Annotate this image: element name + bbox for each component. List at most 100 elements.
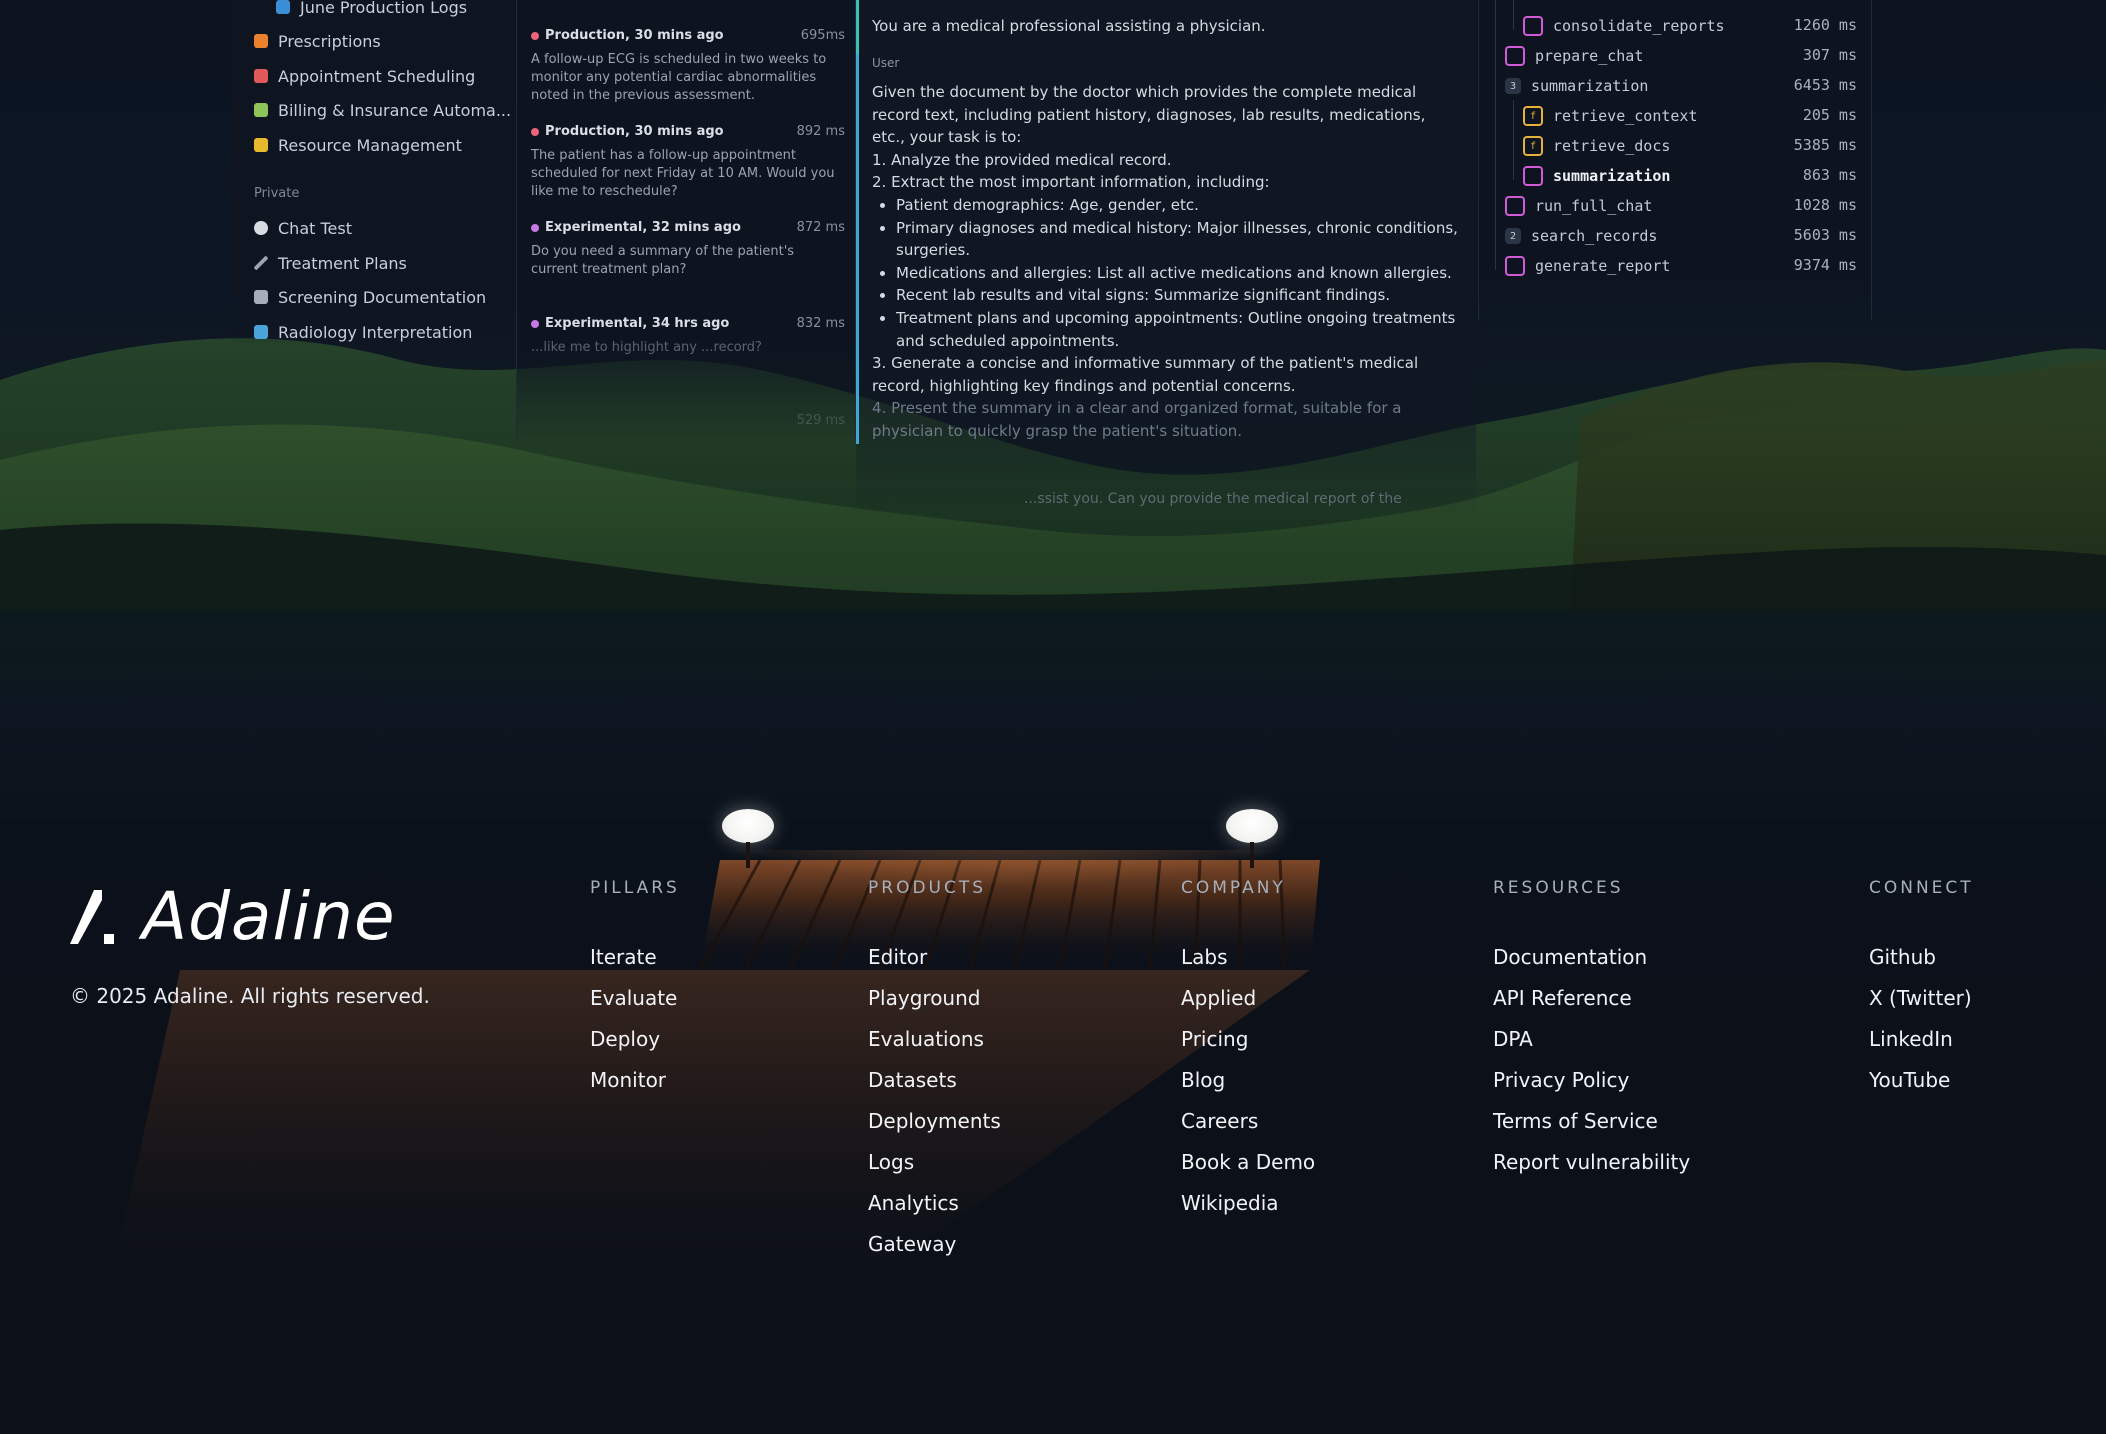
footer-link-youtube[interactable]: YouTube xyxy=(1869,1068,1950,1092)
sidebar-item-treatment-plans[interactable]: Treatment Plans xyxy=(254,251,407,275)
footer-link-report-vulnerability[interactable]: Report vulnerability xyxy=(1493,1150,1690,1174)
footer-link-datasets[interactable]: Datasets xyxy=(868,1068,957,1092)
trace-node-summarization-selected[interactable]: summarization xyxy=(1523,164,1670,188)
column-title: PRODUCTS xyxy=(868,878,987,898)
trace-node-retrieve-docs[interactable]: f retrieve_docs xyxy=(1523,134,1670,158)
user-message[interactable]: Given the document by the doctor which p… xyxy=(872,81,1462,443)
trace-node-retrieve-context[interactable]: f retrieve_context xyxy=(1523,104,1698,128)
trace-node-summarization[interactable]: 3 summarization xyxy=(1505,74,1648,98)
system-message[interactable]: You are a medical professional assisting… xyxy=(872,15,1462,38)
count-badge: 3 xyxy=(1505,78,1521,94)
footer-link-book-a-demo[interactable]: Book a Demo xyxy=(1181,1150,1315,1174)
trace-node-consolidate-reports[interactable]: consolidate_reports xyxy=(1523,14,1725,38)
footer-link-editor[interactable]: Editor xyxy=(868,945,927,969)
sidebar-item-screening-documentation[interactable]: Screening Documentation xyxy=(254,285,486,309)
product-screenshot: June Production Logs Prescriptions Appoi… xyxy=(0,0,2106,520)
user-message-bar xyxy=(856,54,859,444)
log-entry[interactable]: Experimental, 32 mins ago 872 ms Do you … xyxy=(531,220,845,279)
footer-link-documentation[interactable]: Documentation xyxy=(1493,945,1647,969)
footer-link-playground[interactable]: Playground xyxy=(868,986,980,1010)
footer-link-api-reference[interactable]: API Reference xyxy=(1493,986,1632,1010)
footer-link-evaluations[interactable]: Evaluations xyxy=(868,1027,984,1051)
status-dot xyxy=(531,127,539,136)
trace-node-generate-report[interactable]: generate_report xyxy=(1505,254,1670,278)
sidebar-item-prescriptions[interactable]: Prescriptions xyxy=(254,29,381,53)
tree-connector xyxy=(1513,100,1514,180)
footer-link-privacy-policy[interactable]: Privacy Policy xyxy=(1493,1068,1629,1092)
column-title: RESOURCES xyxy=(1493,878,1624,898)
chat-icon xyxy=(1523,166,1543,186)
logs-list: Production, 30 mins ago 695ms A follow-u… xyxy=(516,0,856,440)
sidebar-item-resource-management[interactable]: Resource Management xyxy=(254,133,462,157)
footer-link-blog[interactable]: Blog xyxy=(1181,1068,1225,1092)
pill-icon xyxy=(254,34,268,48)
prompt-editor: You are a medical professional assisting… xyxy=(856,0,1476,520)
footer-link-terms-of-service[interactable]: Terms of Service xyxy=(1493,1109,1658,1133)
sidebar-item-radiology-interpretation[interactable]: Radiology Interpretation xyxy=(254,320,472,344)
status-dot xyxy=(531,31,539,40)
footer-link-gateway[interactable]: Gateway xyxy=(868,1232,956,1256)
chat-icon xyxy=(1523,16,1543,36)
column-title: CONNECT xyxy=(1869,878,1974,898)
abacus-icon xyxy=(254,325,268,339)
log-entry[interactable]: Experimental, 34 hrs ago 832 ms ...like … xyxy=(531,316,845,357)
sidebar-item-appointment-scheduling[interactable]: Appointment Scheduling xyxy=(254,64,475,88)
footer-link-careers[interactable]: Careers xyxy=(1181,1109,1258,1133)
trace-tree: consolidate_reports 1260 ms prepare_chat… xyxy=(1478,0,1872,320)
footer-link-analytics[interactable]: Analytics xyxy=(868,1191,959,1215)
footer-link-iterate[interactable]: Iterate xyxy=(590,945,657,969)
footer-link-wikipedia[interactable]: Wikipedia xyxy=(1181,1191,1279,1215)
footer-link-dpa[interactable]: DPA xyxy=(1493,1027,1533,1051)
adaline-logo-icon xyxy=(70,889,114,944)
footer-link-linkedin[interactable]: LinkedIn xyxy=(1869,1027,1953,1051)
chat-icon xyxy=(1505,256,1525,276)
chat-icon xyxy=(1505,46,1525,66)
chat-bubble-icon xyxy=(254,221,268,235)
log-entry[interactable]: Production, 30 mins ago 892 ms The patie… xyxy=(531,124,845,201)
extraction-list: Patient demographics: Age, gender, etc. … xyxy=(872,194,1462,352)
chat-icon xyxy=(1505,196,1525,216)
site-footer: Adaline © 2025 Adaline. All rights reser… xyxy=(0,860,2106,1280)
footer-link-deploy[interactable]: Deploy xyxy=(590,1027,660,1051)
status-dot xyxy=(531,319,539,328)
count-badge: 2 xyxy=(1505,228,1521,244)
bell-icon xyxy=(254,138,268,152)
footer-link-applied[interactable]: Applied xyxy=(1181,986,1256,1010)
trace-node-search-records[interactable]: 2 search_records xyxy=(1505,224,1657,248)
trace-node-run-full-chat[interactable]: run_full_chat xyxy=(1505,194,1652,218)
trace-node-prepare-chat[interactable]: prepare_chat xyxy=(1505,44,1643,68)
copyright-text: © 2025 Adaline. All rights reserved. xyxy=(70,984,430,1008)
lamp-right xyxy=(1226,809,1278,843)
sidebar-item-billing-insurance[interactable]: Billing & Insurance Automa... xyxy=(254,98,511,122)
function-icon: f xyxy=(1523,136,1543,156)
footer-link-deployments[interactable]: Deployments xyxy=(868,1109,1001,1133)
log-entry[interactable]: 529 ms xyxy=(531,413,845,428)
user-role-label: User xyxy=(872,56,900,70)
assistant-message: ...ssist you. Can you provide the medica… xyxy=(1024,491,1402,507)
sidebar-section-private: Private xyxy=(254,186,300,201)
footer-link-monitor[interactable]: Monitor xyxy=(590,1068,666,1092)
footer-link-github[interactable]: Github xyxy=(1869,945,1936,969)
brand-wordmark: Adaline xyxy=(142,878,396,955)
brand-logo[interactable]: Adaline xyxy=(70,878,396,955)
status-dot xyxy=(531,223,539,232)
calendar-icon xyxy=(254,69,268,83)
sidebar-item-chat-test[interactable]: Chat Test xyxy=(254,216,352,240)
database-icon xyxy=(276,0,290,14)
function-icon: f xyxy=(1523,106,1543,126)
footer-link-x-twitter[interactable]: X (Twitter) xyxy=(1869,986,1972,1010)
footer-link-labs[interactable]: Labs xyxy=(1181,945,1228,969)
log-entry[interactable]: Production, 30 mins ago 695ms A follow-u… xyxy=(531,28,845,105)
pen-icon xyxy=(254,256,268,270)
robot-icon xyxy=(254,290,268,304)
column-title: COMPANY xyxy=(1181,878,1286,898)
puzzle-icon xyxy=(254,103,268,117)
sidebar-item-june-production-logs[interactable]: June Production Logs xyxy=(276,0,467,19)
sidebar: June Production Logs Prescriptions Appoi… xyxy=(232,0,514,345)
tree-connector xyxy=(1513,0,1514,30)
column-title: PILLARS xyxy=(590,878,680,898)
footer-link-pricing[interactable]: Pricing xyxy=(1181,1027,1248,1051)
lamp-left xyxy=(722,809,774,843)
footer-link-logs[interactable]: Logs xyxy=(868,1150,914,1174)
footer-link-evaluate[interactable]: Evaluate xyxy=(590,986,677,1010)
